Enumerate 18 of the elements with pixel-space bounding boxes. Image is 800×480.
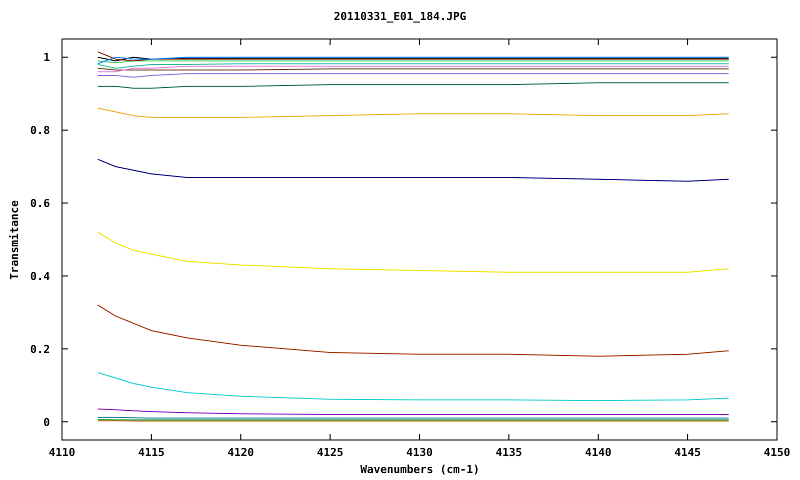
x-axis-label: Wavenumbers (cm-1) xyxy=(360,463,480,476)
chart-title: 20110331_E01_184.JPG xyxy=(334,10,466,23)
axis-tick-label: 4140 xyxy=(585,446,612,459)
axis-tick-label: 0.6 xyxy=(30,197,50,210)
axis-tick-label: 4120 xyxy=(228,446,254,459)
axis-tick-label: 1 xyxy=(43,51,50,64)
axis-tick-label: 0.4 xyxy=(30,270,50,283)
axis-tick-label: 4115 xyxy=(138,446,165,459)
axis-tick-label: 0 xyxy=(43,416,50,429)
axis-tick-label: 4130 xyxy=(406,446,433,459)
axis-tick-label: 4110 xyxy=(48,446,76,459)
axis-tick-label: 4135 xyxy=(496,446,522,459)
axis-tick-label: 4150 xyxy=(764,446,790,459)
axis-tick-label: 0.8 xyxy=(30,124,50,138)
axis-tick-label: 0.2 xyxy=(30,342,50,356)
y-axis-label: Transmitance xyxy=(8,200,21,280)
axis-tick-label: 4145 xyxy=(674,446,701,459)
axis-tick-label: 4125 xyxy=(316,446,344,459)
